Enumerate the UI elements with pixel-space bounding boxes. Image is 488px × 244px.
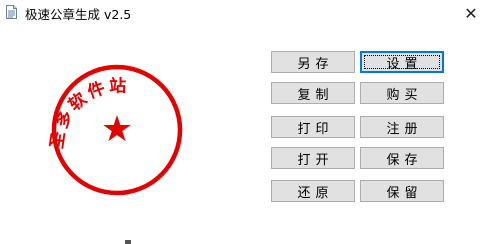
- keep-button[interactable]: 保留: [360, 180, 444, 202]
- restore-button[interactable]: 还原: [271, 180, 355, 202]
- close-icon: ✕: [464, 3, 478, 23]
- window-title: 极速公章生成 v2.5: [25, 7, 132, 22]
- close-button[interactable]: ✕: [454, 0, 488, 26]
- title-bar: 极速公章生成 v2.5 ✕: [0, 0, 488, 26]
- save-as-button[interactable]: 另存: [271, 51, 355, 73]
- open-button[interactable]: 打开: [271, 147, 355, 169]
- document-icon: [6, 5, 17, 19]
- settings-button[interactable]: 设置: [360, 51, 444, 73]
- register-button[interactable]: 注册: [360, 116, 444, 138]
- buy-button[interactable]: 购买: [360, 82, 444, 104]
- copy-button[interactable]: 复制: [271, 82, 355, 104]
- seal-stamp: 圣多软件站 ★: [47, 64, 183, 196]
- save-button[interactable]: 保存: [360, 147, 444, 169]
- resize-marker: [125, 240, 131, 244]
- print-button[interactable]: 打印: [271, 116, 355, 138]
- app-window: 极速公章生成 v2.5 ✕ 圣多软件站 ★ 另存 设置 复制 购买 打印 注册 …: [0, 0, 488, 244]
- star-icon: ★: [101, 109, 133, 150]
